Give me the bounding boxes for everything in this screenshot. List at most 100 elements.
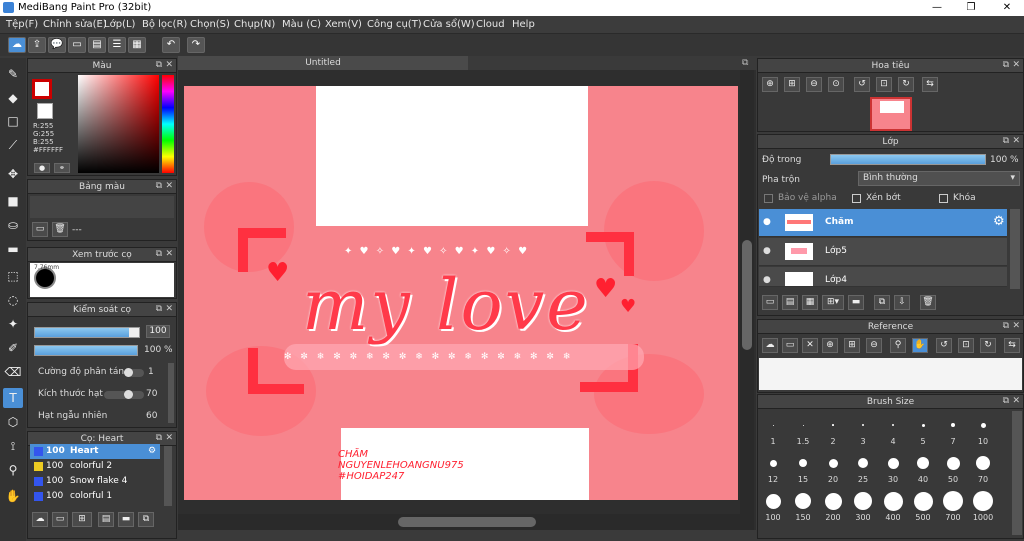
menu-file[interactable]: Tệp(F) bbox=[6, 19, 38, 30]
eraser-tool-icon[interactable]: ◆ bbox=[3, 88, 23, 108]
brush-size-swatch[interactable] bbox=[802, 424, 804, 426]
hand-icon[interactable]: ✋ bbox=[912, 338, 928, 353]
visibility-icon[interactable]: ● bbox=[763, 275, 771, 285]
close-icon[interactable]: ✕ bbox=[165, 249, 173, 259]
zoom-out-icon[interactable]: ⊖ bbox=[866, 338, 882, 353]
folder-icon[interactable]: ▬ bbox=[118, 512, 134, 527]
float-icon[interactable]: ⧉ bbox=[156, 433, 162, 443]
rotate-right-icon[interactable]: ↻ bbox=[980, 338, 996, 353]
menu-layer[interactable]: Lớp(L) bbox=[104, 19, 135, 30]
eyedropper-icon[interactable]: ⚲ bbox=[890, 338, 906, 353]
horizontal-scrollbar[interactable] bbox=[178, 514, 740, 530]
brush-item[interactable]: 100 colorful 1 bbox=[30, 489, 160, 504]
close-window-button[interactable]: ✕ bbox=[990, 0, 1024, 16]
close-icon[interactable]: ✕ bbox=[802, 338, 818, 353]
menu-edit[interactable]: Chỉnh sửa(E) bbox=[43, 19, 107, 30]
layer-row[interactable]: ● Lớp4 bbox=[759, 267, 1007, 287]
float-icon[interactable]: ⧉ bbox=[742, 58, 748, 68]
close-icon[interactable]: ✕ bbox=[1012, 60, 1020, 70]
visibility-icon[interactable]: ● bbox=[763, 217, 771, 227]
grid-icon[interactable]: ▦ bbox=[128, 37, 146, 53]
brush-size-swatch[interactable] bbox=[862, 424, 864, 426]
close-icon[interactable]: ✕ bbox=[165, 433, 173, 443]
select-eraser-icon[interactable]: ⌫ bbox=[3, 362, 23, 382]
menu-color[interactable]: Màu (C) bbox=[282, 19, 321, 30]
brush-size-swatch[interactable] bbox=[980, 422, 986, 428]
brush-size-swatch[interactable] bbox=[973, 491, 993, 511]
menu-help[interactable]: Help bbox=[512, 19, 535, 30]
rect-tool-icon[interactable]: □ bbox=[3, 111, 23, 131]
delete-palette-icon[interactable]: 🗑 bbox=[52, 222, 68, 237]
brush-size-swatch[interactable] bbox=[799, 459, 807, 467]
add-brush-icon[interactable]: ⊞ bbox=[72, 512, 92, 527]
brush-item[interactable]: 100 Heart ⚙ bbox=[30, 444, 160, 459]
layer-row-active[interactable]: ● Chăm ⚙ bbox=[759, 209, 1007, 237]
bg-color-swatch[interactable] bbox=[37, 103, 53, 119]
brush-size-swatch[interactable] bbox=[946, 456, 960, 470]
hand-tool-icon[interactable]: ✋ bbox=[3, 486, 23, 506]
brush-size-swatch[interactable] bbox=[832, 424, 834, 426]
scatter-slider[interactable] bbox=[124, 368, 144, 377]
magic-wand-icon[interactable]: ✦ bbox=[3, 314, 23, 334]
maximize-button[interactable]: ❐ bbox=[954, 0, 988, 16]
brush-item[interactable]: 100 Snow flake 4 bbox=[30, 474, 160, 489]
add-layer-menu-icon[interactable]: ⊞▾ bbox=[822, 295, 844, 310]
copy-icon[interactable]: ⧉ bbox=[138, 512, 154, 527]
saturation-picker[interactable] bbox=[78, 75, 159, 173]
brush-size-swatch[interactable] bbox=[951, 423, 955, 427]
brush-size-swatch[interactable] bbox=[858, 458, 868, 468]
zoom-in-icon[interactable]: ⊕ bbox=[762, 77, 778, 92]
bucket-tool-icon[interactable]: ⛀ bbox=[3, 215, 23, 235]
flip-icon[interactable]: ⇆ bbox=[1004, 338, 1020, 353]
eyedropper-icon[interactable]: ⚲ bbox=[3, 460, 23, 480]
float-icon[interactable]: ⧉ bbox=[156, 181, 162, 191]
open-icon[interactable]: ▭ bbox=[782, 338, 798, 353]
fit-icon[interactable]: ⊡ bbox=[876, 77, 892, 92]
rotate-right-icon[interactable]: ↻ bbox=[898, 77, 914, 92]
brush-settings-icon[interactable]: ▤ bbox=[98, 512, 114, 527]
brush-item[interactable]: 100 colorful 2 bbox=[30, 459, 160, 474]
layer-opacity-slider[interactable] bbox=[830, 154, 986, 165]
page-icon[interactable]: ▤ bbox=[88, 37, 106, 53]
rotate-left-icon[interactable]: ↺ bbox=[936, 338, 952, 353]
new-brush-icon[interactable]: ▭ bbox=[52, 512, 68, 527]
brush-size-swatch[interactable] bbox=[772, 424, 774, 426]
float-icon[interactable]: ⧉ bbox=[156, 60, 162, 70]
size-value[interactable]: 100 bbox=[146, 325, 170, 338]
navigator-thumbnail[interactable] bbox=[870, 97, 912, 131]
undo-icon[interactable]: ↶ bbox=[162, 37, 180, 53]
merge-layer-icon[interactable]: ⇩ bbox=[894, 295, 910, 310]
new-8bit-layer-icon[interactable]: ▦ bbox=[802, 295, 818, 310]
gradient-tool-icon[interactable]: ▬ bbox=[3, 239, 23, 259]
brush-tool-icon[interactable]: ✎ bbox=[3, 64, 23, 84]
menu-tools[interactable]: Công cụ(T) bbox=[367, 19, 422, 30]
float-icon[interactable]: ⧉ bbox=[156, 249, 162, 259]
list-icon[interactable]: ☰ bbox=[108, 37, 126, 53]
chat-icon[interactable]: 💬 bbox=[48, 37, 66, 53]
size-slider[interactable] bbox=[34, 327, 140, 338]
lock-checkbox[interactable] bbox=[939, 194, 948, 203]
brush-size-swatch[interactable] bbox=[891, 423, 895, 427]
vertical-scrollbar[interactable] bbox=[740, 70, 754, 530]
menu-window[interactable]: Cửa sổ(W) bbox=[423, 19, 475, 30]
duplicate-layer-icon[interactable]: ⧉ bbox=[874, 295, 890, 310]
brush-size-swatch[interactable] bbox=[921, 423, 925, 427]
dropper-tool-icon[interactable]: ⟟ bbox=[3, 436, 23, 456]
select-rect-icon[interactable]: ⬚ bbox=[3, 266, 23, 286]
layer-row[interactable]: ● Lớp5 bbox=[759, 238, 1007, 266]
brush-size-swatch[interactable] bbox=[765, 493, 781, 509]
close-icon[interactable]: ✕ bbox=[1012, 136, 1020, 146]
line-tool-icon[interactable]: ⟋ bbox=[3, 135, 23, 155]
cloud-icon[interactable]: ☁ bbox=[762, 338, 778, 353]
brush-size-swatch[interactable] bbox=[824, 492, 842, 510]
menu-select[interactable]: Chọn(S) bbox=[190, 19, 230, 30]
comment-icon[interactable]: ▭ bbox=[68, 37, 86, 53]
layer-scrollbar[interactable] bbox=[1010, 209, 1020, 289]
folder-icon[interactable]: ▬ bbox=[848, 295, 864, 310]
particle-slider[interactable] bbox=[104, 390, 144, 399]
clip-checkbox[interactable] bbox=[852, 194, 861, 203]
redo-icon[interactable]: ↷ bbox=[187, 37, 205, 53]
menu-cloud[interactable]: Cloud bbox=[476, 19, 505, 30]
zoom-fit-icon[interactable]: ⊞ bbox=[844, 338, 860, 353]
brush-list-scrollbar[interactable] bbox=[164, 446, 172, 506]
